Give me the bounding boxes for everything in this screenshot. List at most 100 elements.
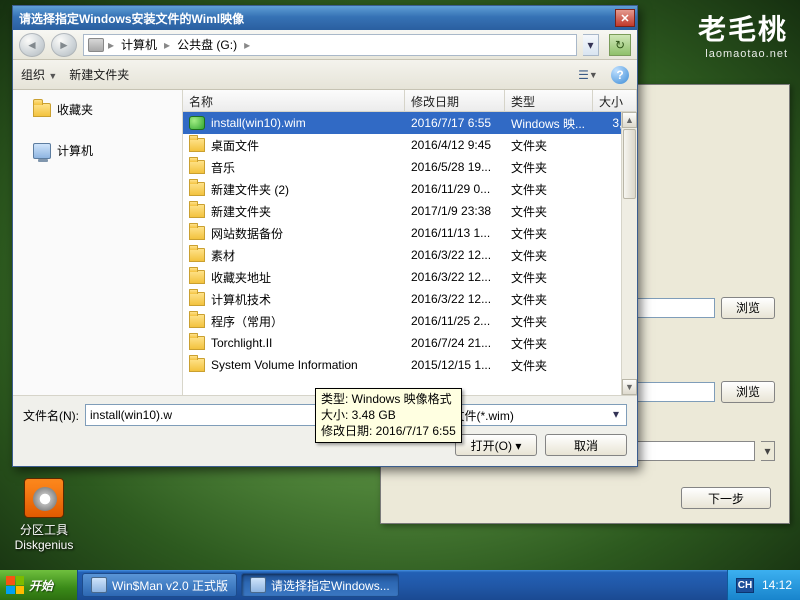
breadcrumb-dropdown[interactable]: ▾	[583, 34, 599, 56]
file-date: 2016/3/22 12...	[411, 248, 511, 262]
ime-indicator[interactable]: CH	[736, 578, 754, 593]
file-name: Torchlight.II	[211, 336, 411, 350]
file-date: 2016/7/17 6:55	[411, 116, 511, 130]
file-type: 文件夹	[511, 313, 599, 330]
file-name: 程序（常用）	[211, 313, 411, 330]
folder-icon	[189, 336, 205, 350]
back-button[interactable]: ◄	[19, 33, 45, 57]
file-row[interactable]: 素材2016/3/22 12...文件夹	[183, 244, 637, 266]
col-name[interactable]: 名称	[183, 90, 405, 111]
nav-label: 计算机	[57, 142, 93, 159]
app-icon	[250, 577, 266, 593]
file-name: 收藏夹地址	[211, 269, 411, 286]
forward-button[interactable]: ►	[51, 33, 77, 57]
nav-computer[interactable]: 计算机	[19, 139, 176, 162]
desktop-icon-diskgenius[interactable]: 分区工具 Diskgenius	[14, 478, 74, 552]
scroll-thumb[interactable]	[623, 129, 636, 199]
file-row[interactable]: 收藏夹地址2016/3/22 12...文件夹	[183, 266, 637, 288]
file-row[interactable]: 程序（常用）2016/11/25 2...文件夹	[183, 310, 637, 332]
icon-label: 分区工具	[14, 521, 74, 538]
chevron-down-icon: ▼	[48, 71, 57, 81]
folder-icon	[189, 292, 205, 306]
start-button[interactable]: 开始	[0, 570, 78, 600]
help-button[interactable]: ?	[611, 66, 629, 84]
open-button[interactable]: 打开(O) ▾	[455, 434, 537, 456]
cancel-button[interactable]: 取消	[545, 434, 627, 456]
file-date: 2015/12/15 1...	[411, 358, 511, 372]
file-name: install(win10).wim	[211, 116, 411, 130]
file-type: 文件夹	[511, 269, 599, 286]
folder-icon	[189, 248, 205, 262]
col-type[interactable]: 类型	[505, 90, 593, 111]
file-name: 计算机技术	[211, 291, 411, 308]
file-name: System Volume Information	[211, 358, 411, 372]
file-date: 2016/3/22 12...	[411, 292, 511, 306]
file-row[interactable]: 桌面文件2016/4/12 9:45文件夹	[183, 134, 637, 156]
chevron-right-icon: ▸	[108, 38, 114, 52]
nav-label: 收藏夹	[57, 101, 93, 118]
crumb-drive[interactable]: 公共盘 (G:)	[174, 36, 240, 53]
col-size[interactable]: 大小	[593, 90, 637, 111]
file-name: 网站数据备份	[211, 225, 411, 242]
next-button[interactable]: 下一步	[681, 487, 771, 509]
file-type: 文件夹	[511, 291, 599, 308]
nav-favorites[interactable]: 收藏夹	[19, 98, 176, 121]
file-row[interactable]: 音乐2016/5/28 19...文件夹	[183, 156, 637, 178]
file-row[interactable]: Torchlight.II2016/7/24 21...文件夹	[183, 332, 637, 354]
computer-icon	[33, 143, 51, 159]
scroll-up-button[interactable]: ▲	[622, 112, 637, 128]
nav-row: ◄ ► ▸ 计算机 ▸ 公共盘 (G:) ▸ ▾ ↻	[13, 30, 637, 60]
file-type: 文件夹	[511, 357, 599, 374]
app-icon	[91, 577, 107, 593]
favorites-icon	[33, 103, 51, 117]
file-row[interactable]: 新建文件夹 (2)2016/11/29 0...文件夹	[183, 178, 637, 200]
clock[interactable]: 14:12	[762, 578, 792, 592]
file-date: 2016/11/29 0...	[411, 182, 511, 196]
view-mode-button[interactable]: ☰ ▼	[577, 65, 599, 85]
column-headers: 名称 修改日期 类型 大小	[183, 90, 637, 112]
breadcrumb[interactable]: ▸ 计算机 ▸ 公共盘 (G:) ▸	[83, 34, 577, 56]
taskbar-button[interactable]: 请选择指定Windows...	[241, 573, 399, 597]
folder-icon	[189, 270, 205, 284]
titlebar[interactable]: 请选择指定Windows安装文件的Wiml映像 ✕	[13, 6, 637, 30]
watermark-brand: 老毛桃	[698, 8, 788, 48]
taskbar-button[interactable]: Win$Man v2.0 正式版	[82, 573, 237, 597]
file-type: 文件夹	[511, 159, 599, 176]
tooltip-size: 大小: 3.48 GB	[321, 407, 456, 423]
file-tooltip: 类型: Windows 映像格式 大小: 3.48 GB 修改日期: 2016/…	[315, 388, 462, 443]
file-row[interactable]: 网站数据备份2016/11/13 1...文件夹	[183, 222, 637, 244]
organize-menu[interactable]: 组织 ▼	[21, 66, 57, 83]
new-folder-button[interactable]: 新建文件夹	[69, 66, 129, 83]
file-name: 素材	[211, 247, 411, 264]
browse-button-2[interactable]: 浏览	[721, 381, 775, 403]
combo-dropdown-icon[interactable]: ▾	[761, 441, 775, 461]
refresh-button[interactable]: ↻	[609, 34, 631, 56]
file-row[interactable]: 新建文件夹2017/1/9 23:38文件夹	[183, 200, 637, 222]
chevron-right-icon: ▸	[244, 38, 250, 52]
folder-icon	[189, 226, 205, 240]
crumb-computer[interactable]: 计算机	[118, 36, 160, 53]
file-type: 文件夹	[511, 181, 599, 198]
file-name: 新建文件夹 (2)	[211, 181, 411, 198]
browse-button-1[interactable]: 浏览	[721, 297, 775, 319]
task-label: 请选择指定Windows...	[271, 577, 390, 594]
file-name: 新建文件夹	[211, 203, 411, 220]
file-type: 文件夹	[511, 203, 599, 220]
scroll-down-button[interactable]: ▼	[622, 379, 637, 395]
toolbar: 组织 ▼ 新建文件夹 ☰ ▼ ?	[13, 60, 637, 90]
chevron-right-icon: ▸	[164, 38, 170, 52]
task-label: Win$Man v2.0 正式版	[112, 577, 228, 594]
col-date[interactable]: 修改日期	[405, 90, 505, 111]
windows-logo-icon	[6, 576, 24, 594]
folder-icon	[189, 314, 205, 328]
file-row[interactable]: System Volume Information2015/12/15 1...…	[183, 354, 637, 376]
taskbar: 开始 Win$Man v2.0 正式版 请选择指定Windows... CH 14…	[0, 570, 800, 600]
file-row[interactable]: 计算机技术2016/3/22 12...文件夹	[183, 288, 637, 310]
close-button[interactable]: ✕	[615, 9, 635, 27]
vertical-scrollbar[interactable]: ▲ ▼	[621, 112, 637, 395]
file-list[interactable]: install(win10).wim2016/7/17 6:55Windows …	[183, 112, 637, 395]
folder-icon	[189, 138, 205, 152]
file-date: 2016/3/22 12...	[411, 270, 511, 284]
file-row[interactable]: install(win10).wim2016/7/17 6:55Windows …	[183, 112, 637, 134]
folder-icon	[189, 204, 205, 218]
